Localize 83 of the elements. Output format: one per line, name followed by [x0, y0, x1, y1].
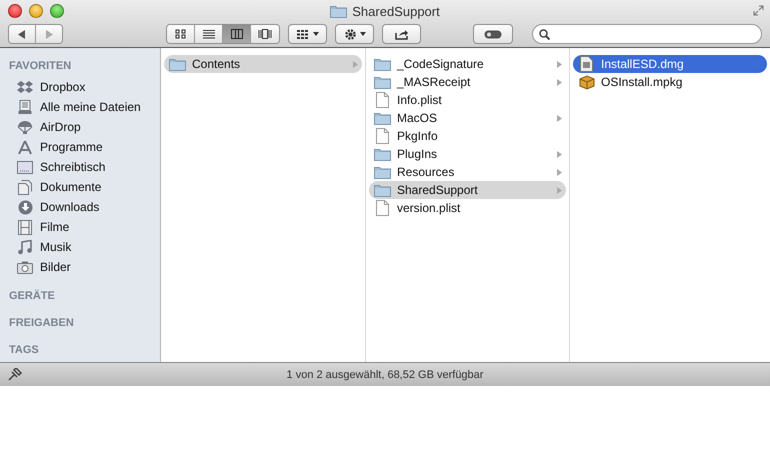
- desktop-icon: [17, 160, 33, 174]
- disclosure-arrow-icon: [352, 60, 358, 68]
- sidebar-item[interactable]: Dropbox: [40, 80, 86, 94]
- share-button[interactable]: [382, 24, 421, 44]
- forward-icon: [45, 30, 53, 38]
- view-switcher[interactable]: [166, 24, 280, 44]
- minimize-button[interactable]: [29, 4, 43, 18]
- folder-icon: [374, 166, 391, 178]
- file-row[interactable]: _CodeSignature: [369, 55, 566, 73]
- file-row[interactable]: Info.plist: [369, 91, 566, 109]
- parachute-icon: [17, 120, 33, 134]
- sidebar-item[interactable]: Musik: [40, 240, 72, 254]
- folder-icon: [374, 112, 391, 124]
- folder-icon: [330, 4, 348, 18]
- close-button[interactable]: [8, 4, 22, 18]
- action-button[interactable]: [335, 24, 374, 44]
- sidebar-item[interactable]: Bilder: [40, 260, 71, 274]
- file-row[interactable]: _MASReceipt: [369, 73, 566, 91]
- files-icon: [18, 100, 32, 114]
- tags-button[interactable]: [473, 24, 513, 44]
- document-icon: [376, 200, 389, 216]
- sidebar-item[interactable]: AirDrop: [40, 120, 81, 134]
- window-title: SharedSupport: [352, 4, 440, 18]
- column-view-button[interactable]: [223, 25, 251, 43]
- film-icon: [18, 220, 32, 234]
- disclosure-arrow-icon: [556, 168, 562, 176]
- gear-icon: [344, 28, 356, 40]
- disclosure-arrow-icon: [556, 78, 562, 86]
- disclosure-arrow-icon: [556, 60, 562, 68]
- file-row[interactable]: Resources: [369, 163, 566, 181]
- sidebar-item[interactable]: Downloads: [40, 200, 100, 214]
- caret-icon: [312, 32, 318, 36]
- download-icon: [18, 200, 32, 214]
- cover-flow-icon: [258, 29, 272, 39]
- folder-icon: [374, 148, 391, 160]
- list-icon: [202, 29, 214, 39]
- package-icon: [578, 74, 594, 90]
- file-row[interactable]: SharedSupport: [369, 181, 566, 199]
- file-row[interactable]: MacOS: [369, 109, 566, 127]
- search-field[interactable]: [532, 24, 762, 44]
- arrange-button[interactable]: [288, 24, 327, 44]
- file-row[interactable]: version.plist: [369, 199, 566, 217]
- back-icon[interactable]: [18, 30, 26, 38]
- file-row[interactable]: PkgInfo: [369, 127, 566, 145]
- disclosure-arrow-icon: [556, 186, 562, 194]
- back-forward-control[interactable]: [8, 24, 63, 44]
- search-icon: [539, 28, 550, 40]
- folder-icon: [374, 184, 391, 196]
- status-text: 1 von 2 ausgewählt, 68,52 GB verfügbar: [286, 368, 484, 380]
- folder-icon: [374, 58, 391, 70]
- icon-view-button[interactable]: [167, 25, 195, 43]
- cover-flow-button[interactable]: [251, 25, 279, 43]
- disclosure-arrow-icon: [556, 114, 562, 122]
- zoom-button[interactable]: [50, 4, 64, 18]
- sidebar-item[interactable]: Schreibtisch: [40, 160, 106, 174]
- sidebar-item[interactable]: Alle meine Dateien: [40, 100, 141, 114]
- file-row[interactable]: OSInstall.mpkg: [573, 73, 767, 91]
- sidebar-item[interactable]: Dokumente: [40, 180, 102, 194]
- folder-icon: [374, 76, 391, 88]
- pin-icon[interactable]: [8, 368, 22, 381]
- sidebar-item[interactable]: Programme: [40, 140, 103, 154]
- grid-icon: [175, 29, 186, 39]
- file-row[interactable]: Contents: [164, 55, 362, 73]
- grid-icon: [296, 30, 308, 38]
- document-icon: [376, 128, 389, 144]
- folder-icon: [169, 58, 186, 70]
- fullscreen-icon[interactable]: [753, 5, 764, 16]
- tag-icon: [484, 30, 502, 38]
- columns-icon: [230, 29, 242, 39]
- apps-icon: [17, 140, 33, 154]
- camera-icon: [17, 260, 33, 274]
- file-row[interactable]: InstallESD.dmg: [573, 55, 767, 73]
- disclosure-arrow-icon: [556, 150, 562, 158]
- file-row[interactable]: PlugIns: [369, 145, 566, 163]
- music-note-icon: [18, 240, 32, 254]
- sidebar-item[interactable]: Filme: [40, 220, 70, 234]
- caret-icon: [360, 32, 366, 36]
- list-view-button[interactable]: [195, 25, 223, 43]
- document-icon: [376, 92, 389, 108]
- document-icon: [18, 180, 32, 194]
- disk-image-icon: [580, 56, 593, 72]
- share-icon: [394, 28, 408, 40]
- box-icon: [17, 80, 33, 94]
